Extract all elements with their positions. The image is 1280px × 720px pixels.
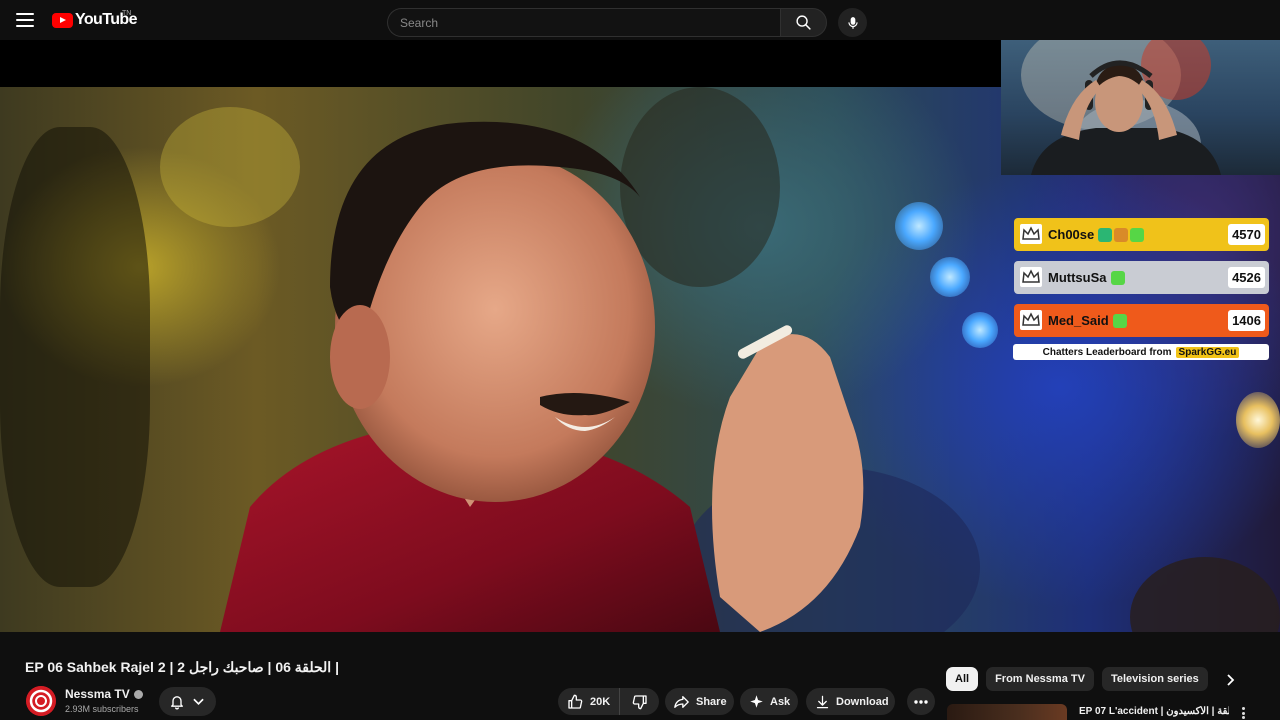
search-button[interactable] bbox=[780, 8, 827, 37]
thumbs-down-icon bbox=[632, 694, 647, 709]
like-count: 20K bbox=[590, 695, 611, 708]
more-actions-button[interactable] bbox=[907, 688, 935, 715]
chevron-down-icon bbox=[193, 698, 204, 705]
recommended-video-thumbnail[interactable] bbox=[947, 704, 1067, 720]
chat-badges bbox=[1098, 227, 1145, 242]
like-dislike-group: 20K bbox=[558, 688, 659, 715]
leaderboard-score: 4570 bbox=[1228, 224, 1265, 245]
recommended-video-title[interactable]: EP 07 L'accident | الحلقة | الأكسيدون bbox=[1079, 706, 1229, 717]
leaderboard-footer-text: Chatters Leaderboard from bbox=[1042, 346, 1172, 358]
recommendation-filter-chips: All From Nessma TV Television series Re bbox=[946, 667, 1212, 691]
microphone-icon bbox=[847, 16, 858, 29]
video-title: EP 06 Sahbek Rajel 2 | 2 الحلقة 06 | صاح… bbox=[25, 659, 340, 675]
download-button[interactable]: Download bbox=[806, 688, 895, 715]
chat-badges bbox=[1110, 270, 1125, 285]
dislike-button[interactable] bbox=[620, 688, 659, 715]
search-box[interactable] bbox=[387, 8, 780, 37]
crown-icon bbox=[1020, 224, 1042, 244]
leaderboard-row-1: Ch00se 4570 bbox=[1014, 218, 1269, 251]
masthead: YouTube TN bbox=[0, 0, 1280, 40]
share-icon bbox=[674, 695, 689, 708]
nessma-logo-icon bbox=[26, 686, 56, 716]
channel-avatar[interactable] bbox=[26, 686, 56, 716]
chip-television-series[interactable]: Television series bbox=[1101, 667, 1208, 691]
like-button[interactable]: 20K bbox=[558, 688, 620, 715]
share-label: Share bbox=[696, 695, 727, 708]
notification-bell-button[interactable] bbox=[159, 687, 216, 716]
leaderboard-score: 4526 bbox=[1228, 267, 1265, 288]
chevron-right-icon bbox=[1227, 674, 1235, 686]
video-player[interactable]: Ch00se 4570 MuttsuSa 4526 Med_Said 1406 … bbox=[0, 40, 1280, 632]
more-horizontal-icon bbox=[914, 699, 928, 704]
bell-icon bbox=[171, 696, 183, 710]
leaderboard-name: MuttsuSa bbox=[1048, 270, 1107, 285]
ask-label: Ask bbox=[770, 695, 791, 708]
leaderboard-footer: Chatters Leaderboard from SparkGG.eu bbox=[1013, 344, 1269, 360]
subscriber-count: 2.93M subscribers bbox=[65, 704, 139, 714]
streamer bbox=[1031, 60, 1221, 175]
download-label: Download bbox=[836, 695, 889, 708]
voice-search-button[interactable] bbox=[838, 8, 867, 37]
share-button[interactable]: Share bbox=[665, 688, 734, 715]
channel-name-text: Nessma TV bbox=[65, 687, 130, 701]
leaderboard-row-3: Med_Said 1406 bbox=[1014, 304, 1269, 337]
chat-badges bbox=[1112, 313, 1127, 328]
recommended-video-menu-icon[interactable] bbox=[1238, 706, 1248, 720]
crown-icon bbox=[1020, 267, 1042, 287]
ask-button[interactable]: Ask bbox=[740, 688, 798, 715]
crown-icon bbox=[1020, 310, 1042, 330]
channel-name[interactable]: Nessma TV bbox=[65, 687, 143, 701]
chips-next-button[interactable] bbox=[1219, 668, 1243, 692]
thumbs-up-icon bbox=[568, 694, 583, 709]
download-icon bbox=[816, 695, 829, 708]
leaderboard-brand: SparkGG.eu bbox=[1175, 346, 1240, 358]
leaderboard-name: Ch00se bbox=[1048, 227, 1095, 242]
leaderboard-row-2: MuttsuSa 4526 bbox=[1014, 261, 1269, 294]
chip-all[interactable]: All bbox=[946, 667, 979, 691]
leaderboard-score: 1406 bbox=[1228, 310, 1265, 331]
youtube-play-icon bbox=[52, 12, 73, 28]
verified-icon bbox=[133, 689, 143, 699]
youtube-watch-page: YouTube TN Search Ch00se 4570 MuttsuSa 4… bbox=[0, 0, 1280, 720]
menu-icon[interactable] bbox=[14, 10, 36, 30]
leaderboard-name: Med_Said bbox=[1048, 313, 1109, 328]
search-input[interactable] bbox=[400, 9, 768, 36]
streamer-webcam bbox=[1001, 40, 1280, 175]
sparkle-icon bbox=[750, 695, 763, 708]
country-code: TN bbox=[122, 10, 132, 17]
search-icon bbox=[796, 15, 811, 30]
chip-from-channel[interactable]: From Nessma TV bbox=[986, 667, 1094, 691]
